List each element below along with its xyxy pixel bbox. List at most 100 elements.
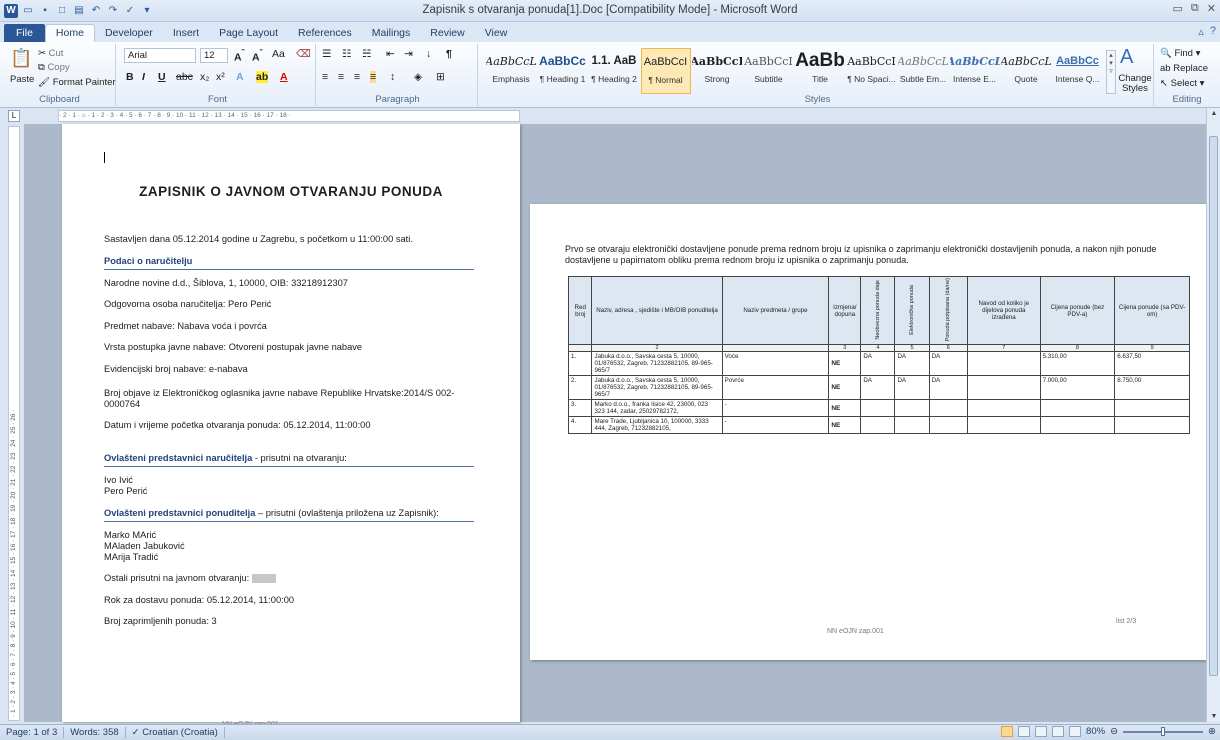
style-option[interactable]: AaBbCcL Quote — [1001, 48, 1051, 94]
zoom-level[interactable]: 80% — [1086, 726, 1105, 737]
word-count[interactable]: Words: 358 — [64, 727, 126, 738]
align-center-icon[interactable]: ≡ — [338, 71, 344, 83]
zoom-in-icon[interactable]: ⊕ — [1208, 726, 1216, 737]
font-size-select[interactable]: 12 — [200, 48, 228, 63]
zoom-out-icon[interactable]: ⊖ — [1110, 726, 1118, 737]
underline-icon[interactable]: U — [158, 71, 166, 83]
web-layout-icon[interactable] — [1035, 726, 1048, 737]
change-case-icon[interactable]: Aa — [272, 48, 285, 60]
tab-home[interactable]: Home — [44, 24, 95, 42]
copy-button[interactable]: ⧉ Copy — [38, 62, 70, 73]
style-option[interactable]: AaBbCcI ¶ Normal — [640, 48, 691, 94]
undo-icon[interactable]: ↶ — [89, 4, 103, 18]
help-icon[interactable]: ? — [1210, 25, 1216, 38]
draft-icon[interactable] — [1069, 726, 1082, 737]
document-page-2[interactable]: Prvo se otvaraju elektronički dostavljen… — [530, 204, 1206, 660]
highlight-icon[interactable]: ab — [256, 71, 269, 83]
tab-developer[interactable]: Developer — [95, 25, 163, 42]
sort-icon[interactable]: ↓ — [426, 48, 431, 60]
grow-font-icon[interactable]: Aˆ — [234, 48, 245, 64]
align-right-icon[interactable]: ≡ — [354, 71, 360, 83]
tab-view[interactable]: View — [475, 25, 518, 42]
italic-icon[interactable]: I — [142, 71, 145, 83]
shading-icon[interactable]: ◈ — [414, 71, 422, 83]
style-option[interactable]: AaBbCcL Subtle Em... — [898, 48, 948, 94]
tab-file[interactable]: File — [4, 24, 45, 42]
style-option[interactable]: AaBbCcI Strong — [692, 48, 742, 94]
customize-qat-icon[interactable]: ▾ — [140, 4, 154, 18]
style-option[interactable]: AaBbCc Intense Q... — [1053, 48, 1103, 94]
style-option[interactable]: AaBbCcI Subtitle — [744, 48, 794, 94]
tab-insert[interactable]: Insert — [163, 25, 209, 42]
tab-selector[interactable]: L — [8, 110, 20, 122]
show-formatting-icon[interactable]: ¶ — [446, 48, 452, 60]
find-button[interactable]: 🔍 Find ▾ — [1160, 48, 1200, 59]
horizontal-ruler[interactable]: · 2 · 1 · ⌂ · 1 · 2 · 3 · 4 · 5 · 6 · 7 … — [58, 110, 520, 122]
font-name-select[interactable]: Arial — [124, 48, 196, 63]
replace-button[interactable]: ab Replace — [1160, 63, 1208, 74]
justify-icon[interactable]: ≡ — [370, 71, 377, 83]
tab-review[interactable]: Review — [420, 25, 474, 42]
paste-icon[interactable]: 📋 — [10, 48, 32, 69]
proofing-icon: ✓ — [131, 727, 143, 738]
style-option[interactable]: 1.1. AaB ¶ Heading 2 — [589, 48, 639, 94]
tab-page-layout[interactable]: Page Layout — [209, 25, 288, 42]
increase-indent-icon[interactable]: ⇥ — [404, 48, 413, 60]
tab-references[interactable]: References — [288, 25, 362, 42]
style-option[interactable]: AaBbCcLIntense E... — [950, 48, 1000, 94]
style-option[interactable]: AaBbCcL Emphasis — [486, 48, 536, 94]
cut-button[interactable]: ✂ Cut — [38, 48, 63, 59]
subscript-icon[interactable]: x₂ — [200, 71, 209, 83]
style-option[interactable]: AaBb Title — [795, 48, 845, 94]
tab-mailings[interactable]: Mailings — [362, 25, 421, 42]
vertical-ruler[interactable]: · 1 · 2 · 3 · 4 · 5 · 6 · 7 · 8 · 9 · 10… — [8, 126, 20, 721]
open-icon[interactable]: ▭ — [21, 4, 35, 18]
decrease-indent-icon[interactable]: ⇤ — [386, 48, 395, 60]
styles-gallery-scroll[interactable]: ▴ ▾ ▿ — [1106, 50, 1116, 94]
table-cell — [967, 399, 1041, 418]
strikethrough-icon[interactable]: abc — [176, 71, 193, 83]
vertical-scrollbar[interactable]: ▲ ▼ — [1206, 108, 1220, 722]
restore-icon[interactable]: ⧉ — [1191, 2, 1199, 15]
word-logo-icon[interactable]: W — [4, 3, 18, 18]
scroll-thumb[interactable] — [1209, 136, 1218, 676]
spelling-icon[interactable]: ✓ — [123, 4, 137, 18]
change-styles-icon[interactable]: A — [1120, 46, 1133, 69]
scroll-up-icon[interactable]: ▲ — [1207, 110, 1220, 117]
close-icon[interactable]: ✕ — [1207, 2, 1216, 15]
style-option[interactable]: AaBbCcI ¶ No Spaci... — [847, 48, 897, 94]
superscript-icon[interactable]: x² — [216, 71, 225, 83]
zoom-slider-thumb[interactable] — [1161, 726, 1166, 736]
style-option[interactable]: AaBbCc ¶ Heading 1 — [538, 48, 588, 94]
format-painter-button[interactable]: 🖌 Format Painter — [38, 77, 116, 88]
select-button[interactable]: ↖ Select ▾ — [1160, 78, 1204, 89]
scroll-down-icon[interactable]: ▼ — [1207, 713, 1220, 720]
full-screen-reading-icon[interactable] — [1018, 726, 1031, 737]
numbering-icon[interactable]: ☷ — [342, 48, 351, 60]
bullets-icon[interactable]: ☰ — [322, 48, 331, 60]
minimize-ribbon-icon[interactable]: ▵ — [1198, 25, 1204, 38]
clear-format-icon[interactable]: ⌫ — [296, 48, 311, 60]
redo-icon[interactable]: ↷ — [106, 4, 120, 18]
shrink-font-icon[interactable]: Aˇ — [252, 48, 263, 64]
font-color-icon[interactable]: A — [280, 71, 288, 83]
bold-icon[interactable]: B — [126, 71, 134, 83]
compiled-line: Sastavljen dana 05.12.2014 godine u Zagr… — [104, 234, 413, 244]
page-count[interactable]: Page: 1 of 3 — [0, 727, 65, 738]
outline-icon[interactable] — [1052, 726, 1065, 737]
align-left-icon[interactable]: ≡ — [322, 71, 328, 83]
paste-button[interactable]: Paste — [10, 74, 34, 85]
borders-icon[interactable]: ⊞ — [436, 71, 445, 83]
line-spacing-icon[interactable]: ↕ — [390, 71, 395, 83]
document-page-1[interactable]: ZAPISNIK O JAVNOM OTVARANJU PONUDA Sasta… — [62, 124, 520, 728]
minimize-icon[interactable]: ▭ — [1173, 2, 1183, 15]
text-effects-icon[interactable]: A — [236, 71, 244, 83]
print-layout-icon[interactable] — [1001, 726, 1014, 737]
print-preview-icon[interactable]: ▤ — [72, 4, 86, 18]
language-status[interactable]: ✓ Croatian (Croatia) — [126, 727, 225, 738]
multilevel-list-icon[interactable]: ☵ — [362, 48, 371, 60]
zoom-slider[interactable] — [1123, 726, 1204, 736]
change-styles-button[interactable]: Change Styles — [1118, 74, 1152, 94]
new-document-icon[interactable]: □ — [55, 4, 69, 18]
save-icon[interactable]: ▪ — [38, 4, 52, 18]
